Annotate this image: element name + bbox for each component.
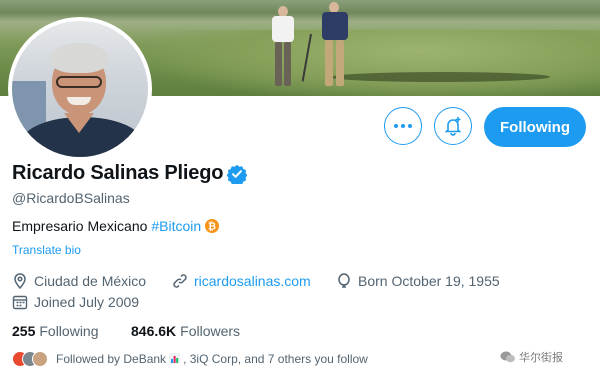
translate-bio-link[interactable]: Translate bio	[12, 243, 81, 257]
profile-website[interactable]: ricardosalinas.com	[172, 273, 311, 289]
watermark: 华尔街报	[500, 349, 563, 365]
bar-chart-emoji-icon	[169, 353, 181, 364]
following-label: Following	[39, 323, 99, 339]
bitcoin-icon: ₿	[205, 219, 220, 233]
profile-bio: Empresario Mexicano #Bitcoin ₿	[12, 218, 220, 234]
profile-birthdate: Born October 19, 1955	[336, 273, 500, 289]
followers-count-link[interactable]: 846.6K Followers	[131, 323, 240, 339]
notifications-button[interactable]	[434, 107, 472, 145]
following-count: 255	[12, 323, 36, 339]
name-row: Ricardo Salinas Pliego	[12, 162, 248, 185]
banner-fairway	[140, 30, 600, 96]
avatar-photo	[12, 21, 148, 157]
more-icon	[394, 124, 412, 128]
bio-text: Empresario Mexicano	[12, 218, 148, 234]
profile-avatar[interactable]	[8, 17, 152, 161]
balloon-icon	[338, 273, 350, 288]
joined-text: Joined July 2009	[34, 294, 140, 310]
followers-label: Followers	[180, 323, 241, 339]
follower-avatar	[32, 351, 48, 367]
profile-handle: @RicardoBSalinas	[12, 190, 130, 206]
wechat-icon	[500, 351, 515, 363]
notification-add-icon	[444, 117, 462, 136]
location-text: Ciudad de México	[34, 273, 147, 289]
website-link[interactable]: ricardosalinas.com	[194, 273, 311, 289]
svg-text:₿: ₿	[208, 221, 216, 233]
location-pin-icon	[14, 273, 26, 289]
followed-by-suffix: , 3iQ Corp, and 7 others you follow	[183, 352, 368, 366]
following-count-link[interactable]: 255 Following	[12, 323, 99, 339]
verified-badge-icon	[227, 164, 248, 184]
bio-hashtag-link[interactable]: #Bitcoin	[151, 218, 201, 234]
profile-joined-date: Joined July 2009	[12, 294, 139, 310]
display-name: Ricardo Salinas Pliego	[12, 162, 224, 184]
watermark-text: 华尔街报	[519, 352, 563, 364]
following-button[interactable]: Following	[484, 107, 586, 147]
followers-you-know[interactable]: Followed by DeBank , 3iQ Corp, and 7 othe…	[12, 351, 368, 367]
followed-by-prefix: Followed by DeBank	[56, 352, 167, 366]
followed-by-text: Followed by DeBank , 3iQ Corp, and 7 othe…	[56, 352, 368, 366]
link-icon	[173, 274, 187, 288]
birthdate-text: Born October 19, 1955	[358, 273, 500, 289]
calendar-icon	[12, 295, 28, 310]
more-button[interactable]	[384, 107, 422, 145]
profile-location: Ciudad de México	[12, 273, 146, 289]
followers-count: 846.6K	[131, 323, 177, 339]
